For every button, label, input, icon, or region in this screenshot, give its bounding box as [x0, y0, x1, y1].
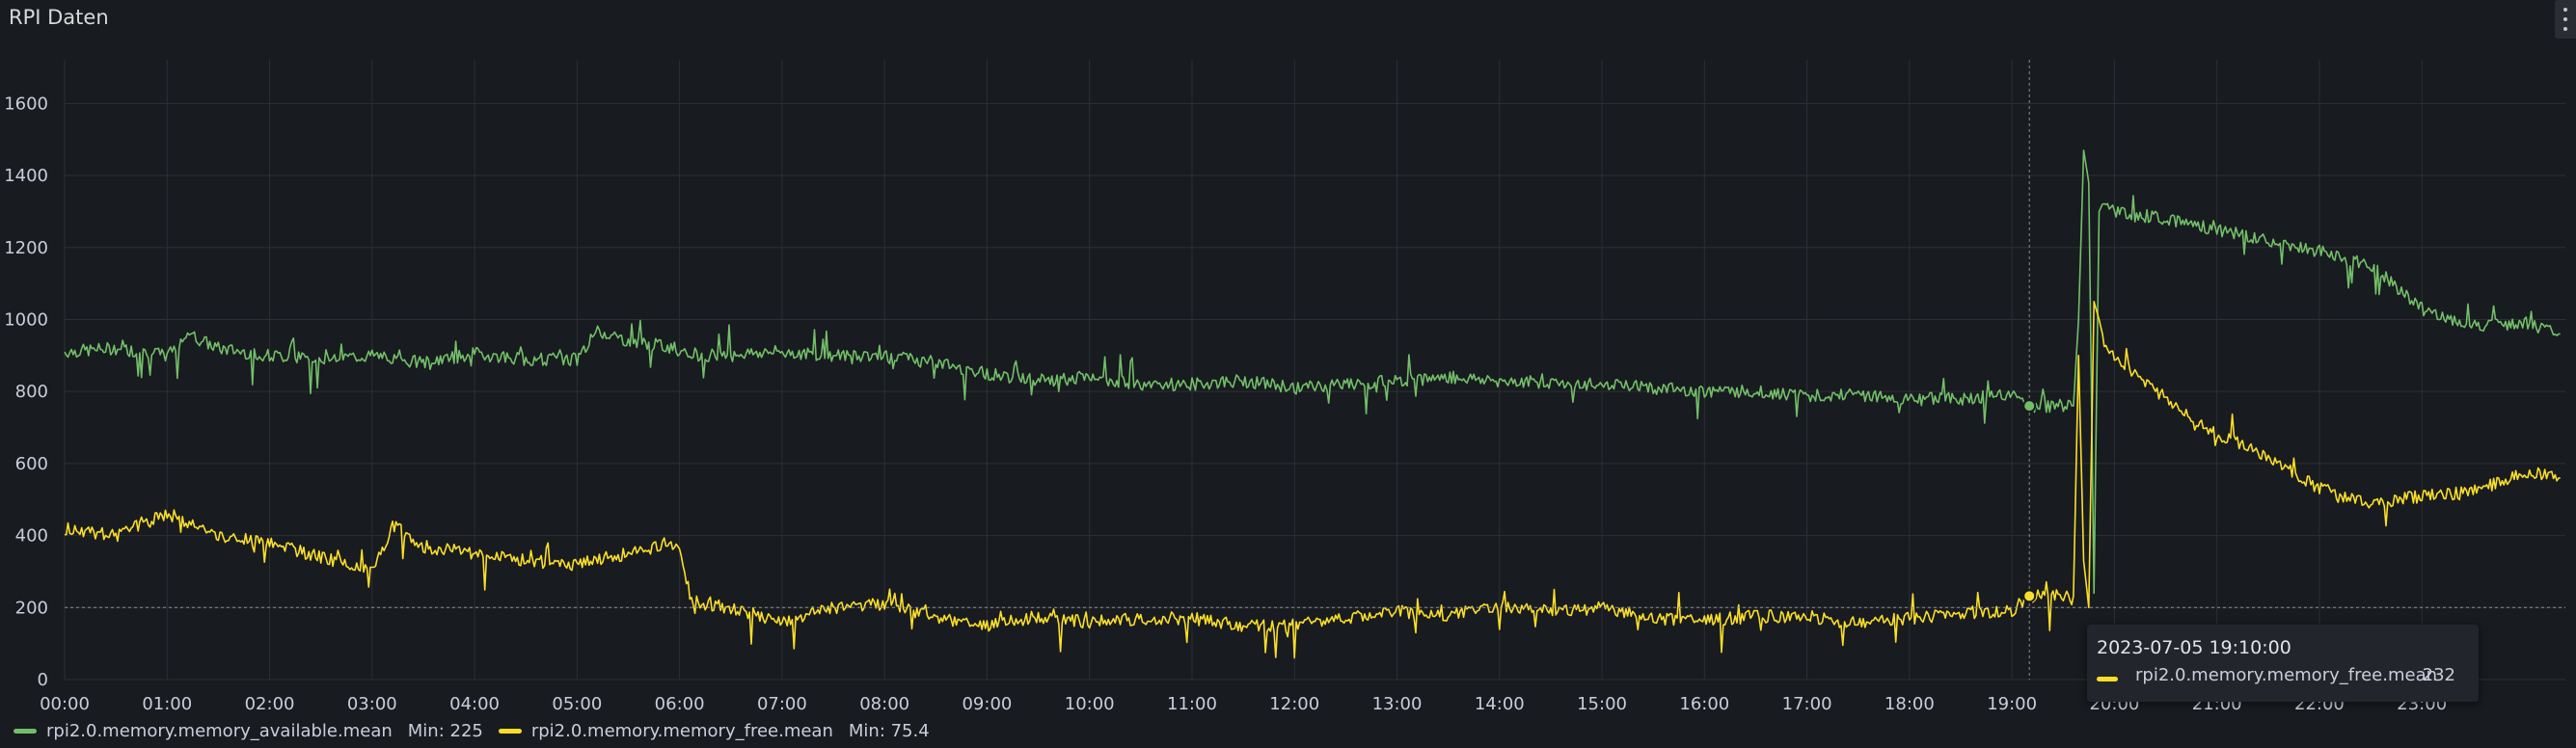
x-tick-label: 01:00: [142, 694, 192, 714]
y-tick-label: 1600: [4, 94, 48, 114]
legend-item-available[interactable]: rpi2.0.memory.memory_available.mean Min:…: [14, 719, 483, 742]
legend-label: rpi2.0.memory.memory_free.mean: [530, 720, 833, 741]
tooltip-value: 232: [2422, 665, 2455, 685]
x-tick-label: 13:00: [1372, 694, 1423, 714]
x-tick-label: 14:00: [1475, 694, 1525, 714]
x-tick-label: 00:00: [40, 694, 90, 714]
y-tick-label: 1000: [4, 309, 48, 330]
x-tick-label: 05:00: [552, 694, 602, 714]
x-tick-label: 08:00: [859, 694, 909, 714]
series-line-1: [64, 301, 2561, 659]
legend-min: Min: 225: [407, 720, 483, 741]
tooltip-time: 2023-07-05 19:10:00: [2097, 637, 2291, 658]
tooltip-series-name: rpi2.0.memory.memory_free.mean: [2135, 665, 2438, 685]
x-tick-label: 19:00: [1987, 694, 2037, 714]
tooltip-series-swatch: [2097, 677, 2118, 681]
x-tick-label: 12:00: [1269, 694, 1319, 714]
x-tick-label: 03:00: [347, 694, 397, 714]
y-tick-label: 0: [38, 670, 48, 690]
x-tick-label: 15:00: [1577, 694, 1627, 714]
y-tick-label: 1400: [4, 166, 48, 186]
x-tick-label: 16:00: [1679, 694, 1729, 714]
tooltip-row: rpi2.0.memory.memory_free.mean 232: [2097, 665, 2469, 690]
x-tick-label: 17:00: [1782, 694, 1832, 714]
x-tick-label: 18:00: [1885, 694, 1935, 714]
chart-legend: rpi2.0.memory.memory_available.mean Min:…: [14, 719, 930, 742]
x-tick-label: 10:00: [1065, 694, 1115, 714]
x-tick-label: 07:00: [757, 694, 807, 714]
y-tick-label: 600: [15, 454, 48, 474]
x-axis: 00:00 01:00 02:00 03:00 04:00 05:00 06:00 07:00…: [40, 694, 2447, 714]
hover-point-free: [2022, 589, 2037, 603]
x-tick-label: 09:00: [962, 694, 1012, 714]
hover-point-available: [2022, 399, 2037, 414]
y-tick-label: 400: [15, 526, 48, 547]
hover-crosshair: [65, 60, 2565, 680]
x-tick-label: 06:00: [655, 694, 705, 714]
y-tick-label: 800: [15, 382, 48, 402]
y-tick-label: 200: [15, 598, 48, 618]
y-tick-label: 1200: [4, 238, 48, 258]
x-tick-label: 04:00: [449, 694, 500, 714]
legend-label: rpi2.0.memory.memory_available.mean: [46, 720, 393, 741]
legend-item-free[interactable]: rpi2.0.memory.memory_free.mean Min: 75.4: [498, 719, 930, 742]
legend-swatch: [498, 728, 522, 734]
chart-grid: [64, 60, 2565, 681]
x-tick-label: 02:00: [245, 694, 295, 714]
chart-series: [64, 149, 2561, 659]
y-axis: 0 200 400 600 800 1000 1200 1400 1600: [4, 94, 48, 690]
legend-swatch: [14, 728, 37, 734]
series-line-0: [64, 149, 2561, 595]
legend-min: Min: 75.4: [848, 720, 930, 741]
hover-tooltip: 2023-07-05 19:10:00 rpi2.0.memory.memory…: [2087, 625, 2479, 702]
x-tick-label: 11:00: [1167, 694, 1217, 714]
